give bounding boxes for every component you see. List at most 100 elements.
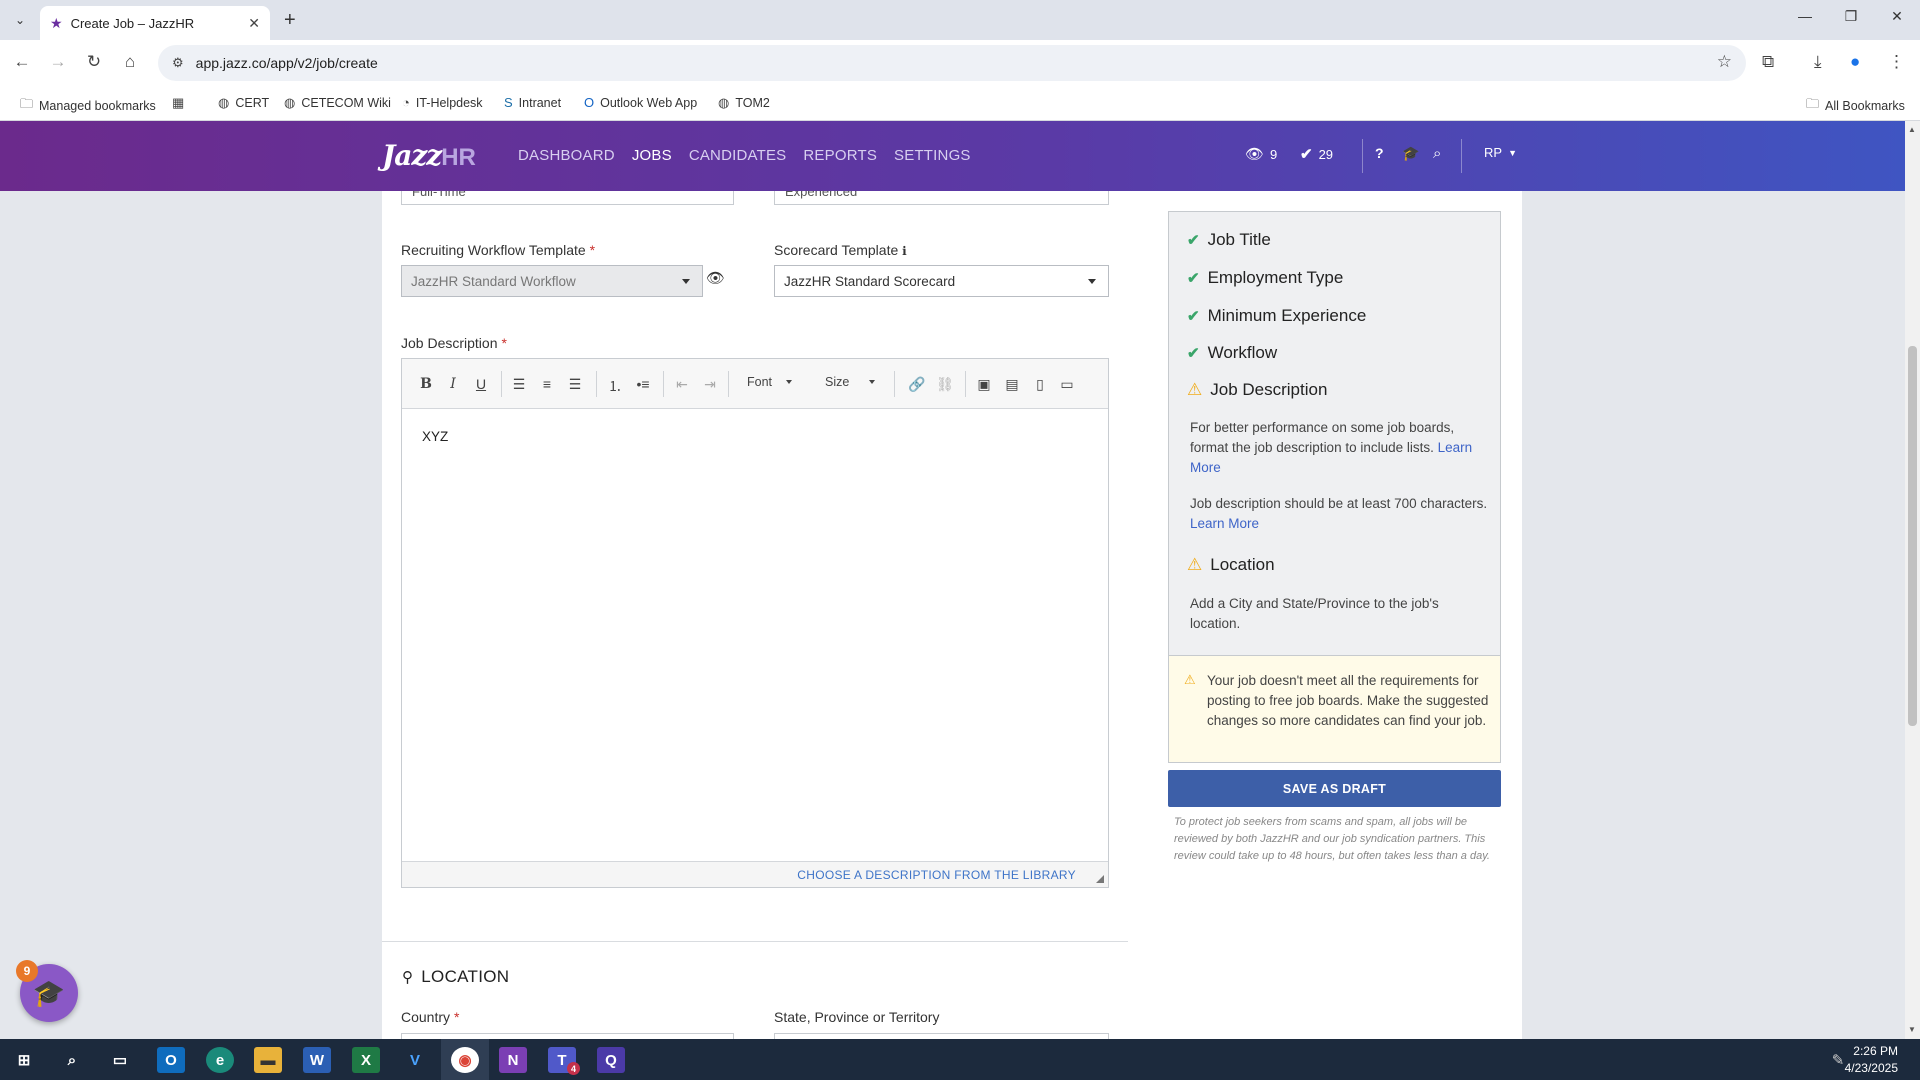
close-window-icon[interactable]: ✕ [1874, 8, 1920, 25]
forward-icon[interactable]: → [47, 52, 69, 72]
folder-icon: 🗀 [20, 96, 34, 111]
close-tab-icon[interactable]: ✕ [248, 15, 260, 32]
country-label: Country * [401, 1009, 460, 1025]
header-divider [1461, 139, 1462, 173]
description-text[interactable]: XYZ [422, 429, 448, 444]
scrollbar-thumb[interactable] [1908, 346, 1917, 726]
numbered-list-icon[interactable]: ⒈ [605, 376, 625, 396]
media-icon[interactable]: ▤ [1002, 376, 1022, 393]
user-menu[interactable]: RP ▼ [1484, 145, 1517, 160]
indent-icon[interactable]: ⇥ [700, 376, 720, 393]
apps-grid-icon[interactable]: ▦ [172, 95, 184, 111]
employment-type-field[interactable]: Full-Time [401, 191, 734, 205]
help-icon[interactable]: ? [1375, 145, 1384, 161]
bookmark-cert[interactable]: ◍ CERT [218, 95, 269, 111]
underline-button[interactable]: U [471, 376, 491, 392]
bookmark-star-icon[interactable]: ☆ [1717, 52, 1732, 72]
outdent-icon[interactable]: ⇤ [672, 376, 692, 393]
bookmark-cetecom-wiki[interactable]: ◍ CETECOM Wiki [284, 95, 391, 111]
bookmark-managed[interactable]: 🗀 Managed bookmarks [20, 95, 156, 117]
scorecard-select[interactable]: JazzHR Standard Scorecard [774, 265, 1109, 297]
bookmark-intranet[interactable]: S Intranet [504, 95, 561, 110]
q-app-icon[interactable]: Q [597, 1047, 625, 1073]
nav-settings[interactable]: SETTINGS [894, 147, 971, 164]
outlook-icon[interactable]: O [157, 1047, 185, 1073]
chrome-icon[interactable]: ◉ [451, 1047, 479, 1073]
bookmark-outlook-web-app[interactable]: O Outlook Web App [584, 95, 697, 110]
bullet-list-icon[interactable]: •≡ [633, 376, 653, 392]
save-as-draft-button[interactable]: SAVE AS DRAFT [1168, 770, 1501, 807]
all-bookmarks[interactable]: 🗀 All Bookmarks [1806, 95, 1905, 117]
editor-toolbar: B I U ☰ ≡ ☰ ⒈ •≡ ⇤ ⇥ Font Size 🔗 ⛓ ▣ ▤ ▯… [402, 359, 1108, 409]
scroll-up-icon[interactable]: ▲ [1908, 125, 1916, 134]
search-icon[interactable]: ⌕ [1433, 145, 1441, 162]
teams-icon[interactable]: T4 [548, 1047, 580, 1075]
search-icon[interactable]: ⌕ [58, 1047, 86, 1073]
browser-tab[interactable]: ★ Create Job – JazzHR ✕ [40, 6, 270, 40]
workflow-select[interactable]: JazzHR Standard Workflow [401, 265, 703, 297]
nav-reports[interactable]: REPORTS [803, 147, 877, 164]
link-icon[interactable]: 🔗 [907, 376, 927, 393]
unlink-icon[interactable]: ⛓ [935, 376, 955, 393]
requirement-job-description: ⚠ Job Description [1187, 380, 1328, 399]
tasks-counter[interactable]: ✔ 29 [1300, 145, 1333, 163]
jazzhr-logo[interactable]: JazzHR [382, 139, 476, 172]
home-icon[interactable]: ⌂ [119, 52, 141, 72]
requirements-warning-box: ⚠ Your job doesn't meet all the requirem… [1169, 655, 1500, 762]
url-field[interactable]: ⚙ app.jazz.co/app/v2/job/create ☆ [158, 45, 1746, 81]
v-app-icon[interactable]: V [401, 1047, 429, 1073]
minimize-icon[interactable]: — [1782, 8, 1828, 25]
choose-description-library-link[interactable]: CHOOSE A DESCRIPTION FROM THE LIBRARY [797, 868, 1076, 882]
graduation-cap-icon[interactable]: 🎓 [1402, 145, 1419, 162]
taskbar-clock[interactable]: 2:26 PM 4/23/2025 [1845, 1043, 1898, 1077]
views-counter[interactable]: 👁 9 [1245, 145, 1277, 163]
bold-button[interactable]: B [416, 376, 436, 392]
preview-eye-icon[interactable]: 👁 [706, 269, 725, 287]
location-note: Add a City and State/Province to the job… [1190, 596, 1439, 631]
source-code-icon[interactable]: ▭ [1057, 376, 1077, 393]
requirement-location: ⚠ Location [1187, 555, 1275, 574]
check-icon: ✔ [1187, 308, 1200, 325]
chevron-down-icon [682, 279, 690, 284]
task-view-icon[interactable]: ▭ [106, 1047, 134, 1073]
windows-start-icon[interactable]: ⊞ [10, 1047, 38, 1073]
experience-field[interactable]: Experienced [774, 191, 1109, 205]
site-info-icon[interactable]: ⚙ [172, 55, 184, 71]
reload-icon[interactable]: ↻ [83, 52, 105, 72]
font-dropdown[interactable]: Font [747, 375, 793, 389]
align-center-icon[interactable]: ≡ [537, 376, 557, 392]
resize-handle-icon[interactable] [1096, 875, 1104, 883]
image-icon[interactable]: ▣ [974, 376, 994, 393]
back-icon[interactable]: ← [11, 52, 33, 72]
nav-dashboard[interactable]: DASHBOARD [518, 147, 615, 164]
new-tab-icon[interactable]: + [284, 10, 296, 30]
italic-button[interactable]: I [443, 376, 463, 392]
nav-jobs[interactable]: JOBS [632, 147, 672, 164]
warning-icon: ⚠ [1184, 672, 1196, 687]
tab-search-icon[interactable]: ⌄ [10, 10, 30, 30]
word-icon[interactable]: W [303, 1047, 331, 1073]
file-explorer-icon[interactable]: ▬ [254, 1047, 282, 1073]
main-nav: DASHBOARD JOBS CANDIDATES REPORTS SETTIN… [518, 147, 988, 164]
restore-icon[interactable]: ❐ [1828, 8, 1874, 25]
extensions-icon[interactable]: ⧉ [1762, 52, 1774, 72]
excel-icon[interactable]: X [352, 1047, 380, 1073]
download-icon[interactable]: ⤓ [1814, 52, 1822, 72]
nav-candidates[interactable]: CANDIDATES [689, 147, 787, 164]
page-scrollbar[interactable]: ▲ ▼ [1905, 121, 1920, 1039]
document-icon[interactable]: ▯ [1030, 376, 1050, 393]
info-icon[interactable]: ℹ [902, 244, 907, 258]
edge-icon[interactable]: e [206, 1047, 234, 1073]
bookmark-it-helpdesk[interactable]: ◔ IT-Helpdesk [402, 95, 483, 110]
profile-icon[interactable]: ● [1850, 52, 1860, 72]
align-left-icon[interactable]: ☰ [509, 376, 529, 393]
scroll-down-icon[interactable]: ▼ [1908, 1025, 1916, 1034]
bookmark-tom2[interactable]: ◍ TOM2 [718, 95, 770, 111]
menu-dots-icon[interactable]: ⋮ [1888, 52, 1905, 72]
app-header: JazzHR DASHBOARD JOBS CANDIDATES REPORTS… [0, 121, 1905, 191]
align-right-icon[interactable]: ☰ [565, 376, 585, 393]
onenote-icon[interactable]: N [499, 1047, 527, 1073]
globe-icon: ◍ [718, 95, 730, 110]
size-dropdown[interactable]: Size [825, 375, 876, 389]
learn-more-link[interactable]: Learn More [1190, 516, 1259, 531]
